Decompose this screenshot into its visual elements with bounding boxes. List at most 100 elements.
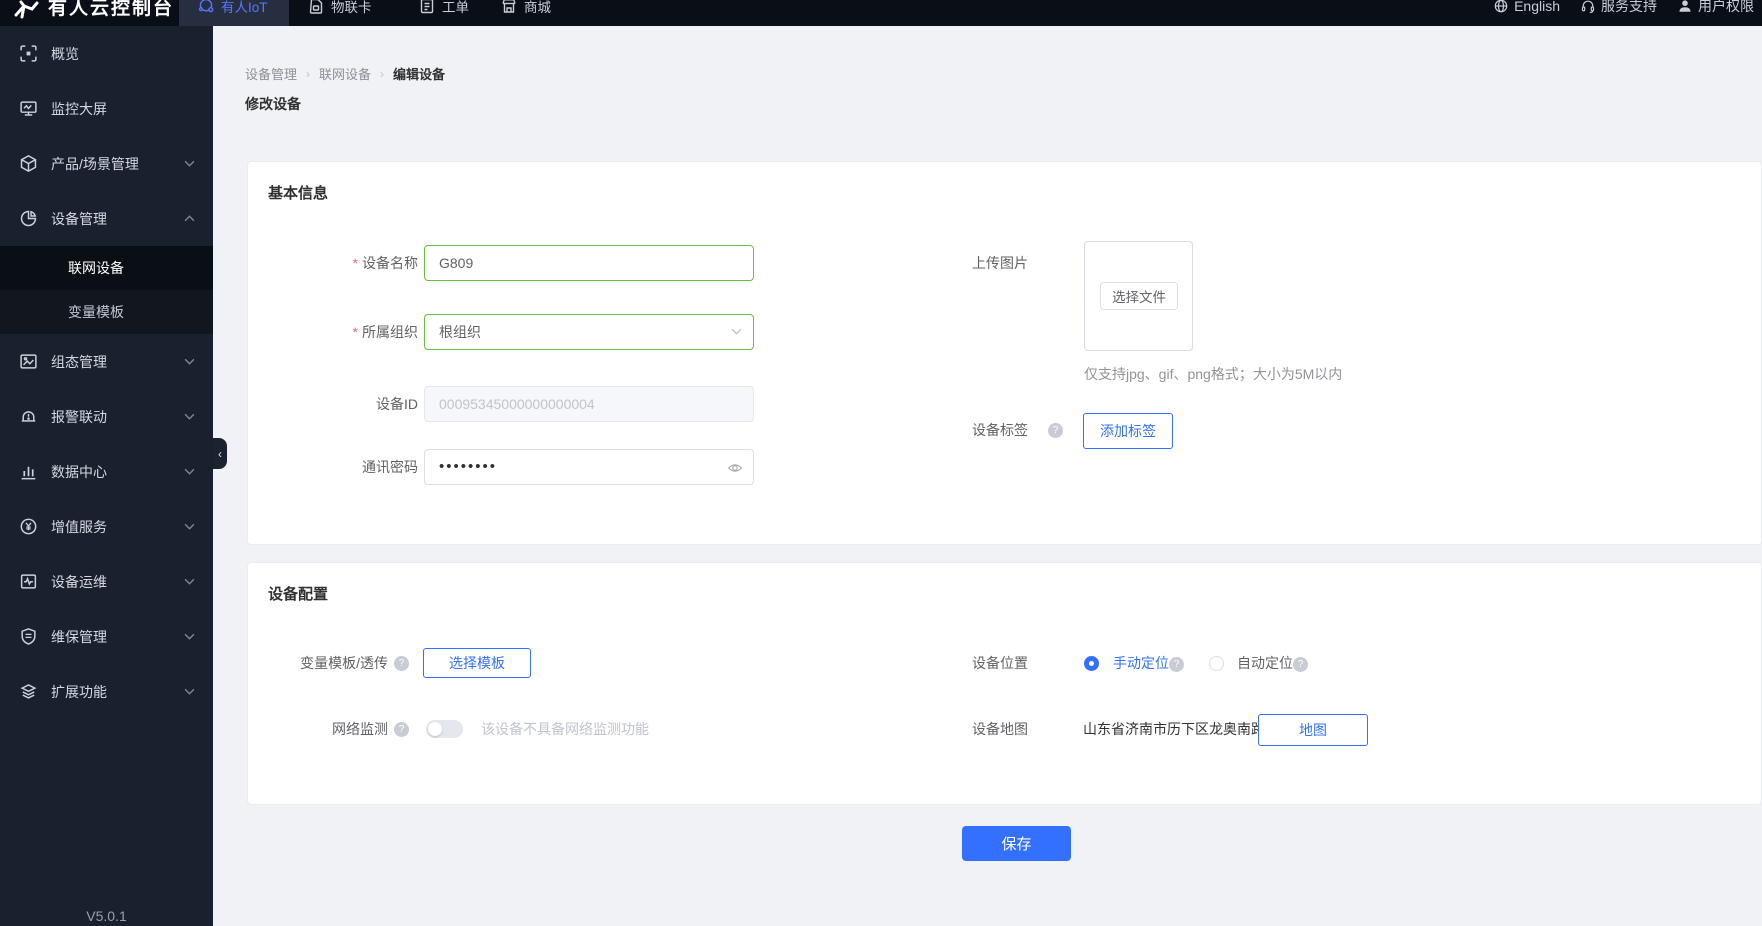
tab-label: 商城 [524,0,551,16]
sidebar-item-data-center[interactable]: 数据中心 [0,444,213,499]
support-menu[interactable]: 服务支持 [1580,0,1657,16]
sidebar-item-value-added-services[interactable]: 增值服务 [0,499,213,554]
sidebar-item-label: 监控大屏 [51,99,195,119]
chevron-down-icon [184,468,195,475]
device-id-input [424,386,754,422]
help-question-icon[interactable] [394,722,409,737]
app-window: 有人云控制台 有人IoT 物联卡 [0,0,1762,926]
collapse-left-icon: ‹ [218,447,222,461]
sidebar-item-device-ops[interactable]: 设备运维 [0,554,213,609]
save-button[interactable]: 保存 [962,826,1071,861]
password-input[interactable]: •••••••• [424,449,754,485]
upload-hint: 仅支持jpg、gif、png格式；大小为5M以内 [1084,364,1342,384]
mall-icon [500,0,518,15]
app-version: V5.0.1 [0,908,213,924]
select-template-button[interactable]: 选择模板 [423,648,531,678]
device-name-label: 设备名称 [248,245,418,281]
breadcrumb-separator: › [306,67,310,81]
sidebar-item-device-management[interactable]: 设备管理 [0,191,213,246]
sidebar-item-label: 报警联动 [51,407,171,427]
logo-runner-icon[interactable] [10,0,40,24]
main-content: 设备管理 › 联网设备 › 编辑设备 修改设备 基本信息 设备名称 所属组织 根… [213,26,1762,926]
breadcrumb: 设备管理 › 联网设备 › 编辑设备 [245,64,445,83]
organization-select[interactable]: 根组织 [424,314,754,350]
auto-location-option[interactable]: 自动定位 [1237,648,1293,678]
tab-mall[interactable]: 商城 [500,0,551,24]
eye-icon[interactable] [727,460,743,476]
page-title: 修改设备 [245,94,301,114]
help-question-icon[interactable] [394,656,409,671]
network-monitor-hint: 该设备不具备网络监测功能 [481,714,649,744]
chevron-down-icon [184,523,195,530]
choose-file-button[interactable]: 选择文件 [1100,282,1178,310]
breadcrumb-current: 编辑设备 [393,64,445,83]
help-question-icon[interactable] [1169,657,1184,672]
chevron-down-icon [184,578,195,585]
data-bars-icon [19,462,38,481]
tab-work-order[interactable]: 工单 [418,0,469,24]
device-map-label: 设备地图 [858,714,1028,744]
device-name-input[interactable] [424,245,754,281]
sim-card-icon [307,0,325,15]
layers-icon [19,682,38,701]
auto-location-radio[interactable] [1209,656,1224,671]
tab-label: 工单 [442,0,469,16]
work-order-icon [418,0,436,15]
sidebar-collapse-handle[interactable]: ‹ [213,438,227,469]
user-permission-menu[interactable]: 用户权限 [1677,0,1754,16]
manual-location-option[interactable]: 手动定位 [1113,648,1169,678]
breadcrumb-device-management[interactable]: 设备管理 [245,64,297,83]
language-label: English [1514,0,1560,14]
ops-pulse-icon [19,572,38,591]
map-button[interactable]: 地图 [1258,714,1368,746]
upload-image-label: 上传图片 [858,248,1028,278]
organization-value: 根组织 [439,324,481,340]
device-management-submenu: 联网设备 变量模板 [0,246,213,334]
headset-icon [1580,0,1596,14]
user-icon [1677,0,1693,14]
tab-sim-card[interactable]: 物联卡 [307,0,372,24]
sidebar-item-label: 设备运维 [51,572,171,592]
tab-label: 物联卡 [331,0,372,16]
sidebar-item-label: 产品/场景管理 [51,154,171,174]
device-config-card: 设备配置 变量模板/透传 选择模板 网络监测 该设备不具备网络监测功能 设备位置… [247,562,1762,805]
sidebar-item-label: 维保管理 [51,627,171,647]
help-question-icon[interactable] [1048,423,1063,438]
sidebar-item-maintenance[interactable]: 维保管理 [0,609,213,664]
add-tag-button[interactable]: 添加标签 [1083,413,1173,449]
chevron-down-icon [184,413,195,420]
variable-template-label: 变量模板/透传 [248,648,388,678]
breadcrumb-networked-devices[interactable]: 联网设备 [319,64,371,83]
device-id-label: 设备ID [248,386,418,422]
upload-dropzone[interactable]: 选择文件 [1084,241,1193,351]
required-asterisk [353,255,362,271]
sidebar-item-scada[interactable]: 组态管理 [0,334,213,389]
sidebar-item-overview[interactable]: 概览 [0,26,213,81]
sidebar-subitem-networked-devices[interactable]: 联网设备 [0,246,213,290]
language-switcher[interactable]: English [1493,0,1560,14]
topbar-right: English 服务支持 [1493,0,1754,24]
tab-iot[interactable]: 有人IoT [197,0,268,24]
support-label: 服务支持 [1601,0,1657,16]
globe-icon [1493,0,1509,14]
sidebar: 概览 监控大屏 产品/场景管理 [0,26,213,926]
password-label: 通讯密码 [248,449,418,485]
device-tag-label: 设备标签 [858,415,1028,445]
sidebar-item-alarm-linkage[interactable]: 报警联动 [0,389,213,444]
manual-location-radio[interactable] [1084,656,1099,671]
sidebar-subitem-variable-template[interactable]: 变量模板 [0,290,213,334]
sidebar-item-label: 设备管理 [51,209,171,229]
sidebar-item-extensions[interactable]: 扩展功能 [0,664,213,719]
iot-cloud-icon [197,0,215,15]
app-title[interactable]: 有人云控制台 [48,0,174,24]
password-masked-value: •••••••• [439,458,497,475]
scada-picture-icon [19,352,38,371]
sidebar-item-product-scene[interactable]: 产品/场景管理 [0,136,213,191]
sidebar-item-monitor-screen[interactable]: 监控大屏 [0,81,213,136]
help-question-icon[interactable] [1293,657,1308,672]
breadcrumb-separator: › [380,67,384,81]
device-pie-icon [19,209,38,228]
sidebar-item-label: 增值服务 [51,517,171,537]
alarm-icon [19,407,38,426]
network-monitor-label: 网络监测 [248,714,388,744]
